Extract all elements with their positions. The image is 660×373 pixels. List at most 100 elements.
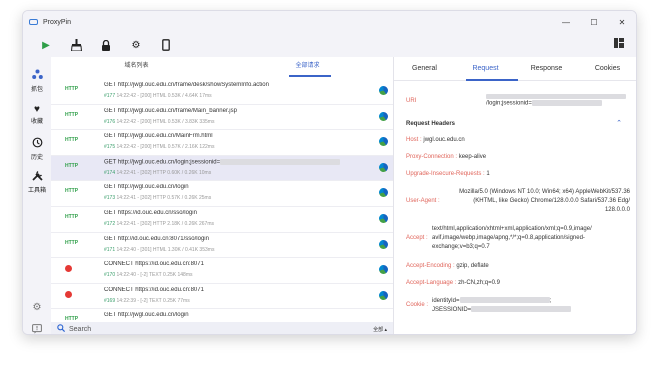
table-row[interactable]: HTTP GET http://id.ouc.edu.cn:8071/sso/l… [51, 233, 393, 259]
header-accept-value: text/html,application/xhtml+xml,applicat… [432, 226, 592, 250]
search-bar[interactable]: Search 全部 ▴ [51, 322, 393, 334]
search-input[interactable]: Search [69, 326, 91, 333]
active-tab-indicator [289, 75, 331, 77]
header-accept-key: Accept : [406, 235, 428, 241]
request-meta: #176 14:22:42 - [200] HTML 0.53K / 3.83K… [104, 118, 215, 125]
edge-browser-icon [379, 265, 388, 275]
edge-browser-icon [379, 239, 388, 249]
http-icon: HTTP [65, 137, 79, 144]
request-headers-title: Request Headers [406, 121, 456, 127]
sidebar-item-capture[interactable]: 抓包 [23, 69, 51, 93]
table-row[interactable]: HTTP GET http://jwgl.ouc.edu.cn/login #1… [51, 181, 393, 207]
tab-all-requests[interactable]: 全部请求 [222, 57, 393, 77]
header-user-agent-value: Mozilla/5.0 (Windows NT 10.0; Win64; x64… [459, 189, 630, 213]
request-rows: HTTP GET http://jwgl.ouc.edu.cn/frame/de… [51, 79, 393, 323]
request-url: GET http://id.ouc.edu.cn:8071/sso/login [104, 235, 209, 242]
table-row[interactable]: CONNECT https://id.ouc.edu.cn:8071 #170 … [51, 258, 393, 284]
request-meta: #171 14:22:40 - [301] HTML 1.30K / 0.41K… [104, 246, 215, 253]
header-host: Host : jwgl.ouc.edu.cn [406, 137, 465, 143]
maximize-button[interactable]: ☐ [580, 11, 608, 33]
request-meta: #169 14:22:39 - [-2] TEXT 0.25K 77ms [104, 297, 190, 304]
start-icon[interactable]: ▶ [39, 38, 53, 52]
settings-gear-icon[interactable]: ⚙ [129, 38, 143, 52]
sidebar-item-label: 收藏 [30, 119, 43, 125]
sidebar-item-label: 工具箱 [27, 188, 46, 194]
http-icon: HTTP [65, 188, 79, 195]
tab-general[interactable]: General [394, 57, 455, 80]
sidebar-item-toolbox[interactable]: 工具箱 [23, 170, 51, 194]
request-url: CONNECT https://id.ouc.edu.cn:8071 [104, 286, 204, 293]
search-scope-dropdown[interactable]: 全部 ▴ [373, 326, 387, 333]
toolbar: ▶ ⚙ [23, 33, 636, 57]
request-url: GET http://jwgl.ouc.edu.cn/login;jsessio… [104, 158, 341, 165]
sidebar-item-favorites[interactable]: ♥ 收藏 [23, 104, 51, 125]
edge-browser-icon [379, 188, 388, 198]
share-nodes-icon [23, 69, 51, 83]
request-url: GET https://id.ouc.edu.cn/sso/login [104, 209, 197, 216]
sidebar-settings-button[interactable]: ⚙ [23, 302, 51, 314]
chevron-up-icon[interactable]: ⌃ [616, 119, 622, 127]
title-bar: ProxyPin — ☐ ✕ [23, 11, 636, 33]
http-icon: HTTP [65, 239, 79, 246]
app-window: ProxyPin — ☐ ✕ ▶ ⚙ 抓包 ♥ 收藏 历史 工具箱 ⚙ 域名列表… [22, 10, 637, 335]
request-url: CONNECT https://id.ouc.edu.cn:8071 [104, 261, 204, 268]
app-logo-icon [29, 19, 38, 25]
request-url: GET http://jwgl.ouc.edu.cn/login [104, 184, 189, 191]
uri-value: /login;jsessionid= [486, 94, 626, 107]
error-status-icon [65, 290, 72, 298]
window-title: ProxyPin [43, 18, 72, 26]
edge-browser-icon [379, 290, 388, 300]
table-row[interactable]: HTTP GET http://jwgl.ouc.edu.cn/frame/Ma… [51, 105, 393, 131]
heart-icon: ♥ [34, 104, 40, 115]
clean-broom-icon[interactable] [69, 38, 83, 52]
request-url: GET http://jwgl.ouc.edu.cn/frame/desk/sh… [104, 82, 269, 88]
tools-icon [23, 170, 51, 184]
lock-icon[interactable] [99, 38, 113, 52]
close-button[interactable]: ✕ [608, 11, 636, 33]
sidebar-item-history[interactable]: 历史 [23, 137, 51, 161]
error-status-icon [65, 265, 72, 273]
feedback-icon [23, 324, 51, 334]
edge-browser-icon [379, 86, 388, 95]
window-controls: — ☐ ✕ [552, 11, 636, 33]
header-accept-language: Accept-Language : zh-CN,zh;q=0.9 [406, 280, 500, 286]
request-url: GET http://jwgl.ouc.edu.cn/login [104, 312, 189, 319]
list-tabs: 域名列表 全部请求 [51, 57, 393, 77]
http-icon: HTTP [65, 162, 79, 169]
edge-browser-icon [379, 137, 388, 147]
table-row[interactable]: HTTP GET https://id.ouc.edu.cn/sso/login… [51, 207, 393, 233]
table-row[interactable]: HTTP GET http://jwgl.ouc.edu.cn/MainFrm.… [51, 130, 393, 156]
request-url: GET http://jwgl.ouc.edu.cn/MainFrm.html [104, 133, 213, 140]
sidebar: 抓包 ♥ 收藏 历史 工具箱 ⚙ [23, 57, 51, 334]
table-row[interactable]: HTTP GET http://jwgl.ouc.edu.cn/frame/de… [51, 79, 393, 105]
settings-gear-icon: ⚙ [32, 302, 42, 313]
minimize-button[interactable]: — [552, 11, 580, 33]
table-row[interactable]: CONNECT https://id.ouc.edu.cn:8071 #169 … [51, 284, 393, 310]
http-icon: HTTP [65, 86, 79, 92]
request-meta: #173 14:22:41 - [302] HTTP 0.57K / 0.26K… [104, 195, 212, 202]
edge-browser-icon [379, 162, 388, 172]
edge-browser-icon [379, 111, 388, 121]
history-icon [23, 137, 51, 151]
layout-panel-icon[interactable] [614, 38, 624, 50]
table-row-selected[interactable]: HTTP GET http://jwgl.ouc.edu.cn/login;js… [51, 155, 393, 182]
tab-request[interactable]: Request [455, 57, 516, 80]
request-meta: #174 14:22:41 - [302] HTTP 0.60K / 0.26K… [104, 169, 212, 176]
tab-domain-list[interactable]: 域名列表 [51, 57, 222, 77]
tab-response[interactable]: Response [516, 57, 577, 80]
sidebar-item-label: 抓包 [30, 87, 43, 93]
mobile-phone-icon[interactable] [159, 38, 173, 52]
request-detail-panel: General Request Response Cookies URI /lo… [394, 57, 636, 334]
request-meta: #170 14:22:40 - [-2] TEXT 0.25K 148ms [104, 272, 193, 279]
request-meta: #172 14:22:41 - [302] HTTP 2.18K / 0.26K… [104, 220, 214, 227]
request-list-panel: 域名列表 全部请求 HTTP GET http://jwgl.ouc.edu.c… [51, 57, 394, 334]
uri-label: URI [406, 98, 417, 104]
sidebar-feedback-button[interactable] [23, 324, 51, 334]
tab-cookies[interactable]: Cookies [577, 57, 636, 80]
http-icon: HTTP [65, 111, 79, 118]
request-meta: #175 14:22:42 - [200] HTML 0.57K / 2.16K… [104, 144, 215, 151]
sidebar-item-label: 历史 [30, 155, 43, 161]
detail-tabs: General Request Response Cookies [394, 57, 636, 81]
request-url: GET http://jwgl.ouc.edu.cn/frame/Main_ba… [104, 107, 237, 114]
header-cookie-value: identityId=; JSESSIONID= [432, 297, 572, 315]
